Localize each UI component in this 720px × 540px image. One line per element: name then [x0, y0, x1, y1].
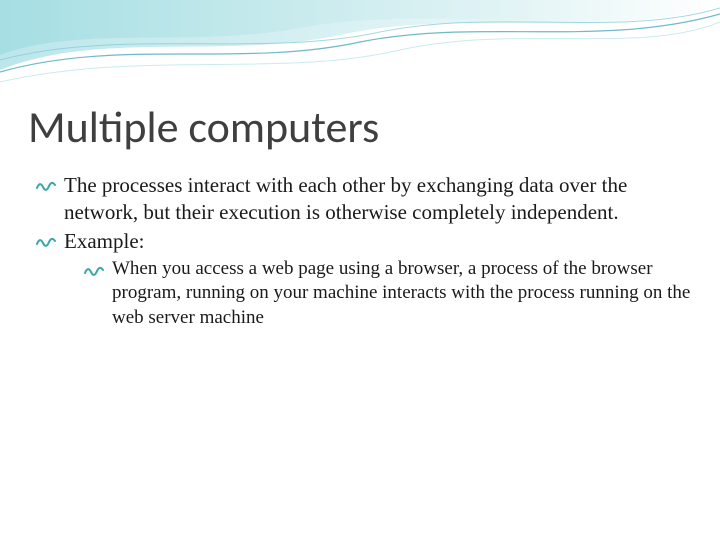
sub-bullet-item: When you access a web page using a brows…	[84, 257, 692, 331]
squiggle-bullet-icon	[36, 179, 56, 193]
bullet-list: The processes interact with each other b…	[28, 172, 692, 331]
bullet-item: The processes interact with each other b…	[36, 172, 692, 226]
squiggle-bullet-icon	[84, 264, 104, 278]
decorative-wave-background	[0, 0, 720, 110]
bullet-item: Example: When you access a web page usin…	[36, 228, 692, 331]
slide-content: Multiple computers The processes interac…	[28, 100, 692, 333]
bullet-text: Example:	[64, 229, 144, 253]
sub-bullet-text: When you access a web page using a brows…	[112, 258, 690, 328]
slide-title: Multiple computers	[28, 100, 692, 154]
bullet-text: The processes interact with each other b…	[64, 173, 627, 224]
squiggle-bullet-icon	[36, 235, 56, 249]
sub-bullet-list: When you access a web page using a brows…	[64, 257, 692, 331]
